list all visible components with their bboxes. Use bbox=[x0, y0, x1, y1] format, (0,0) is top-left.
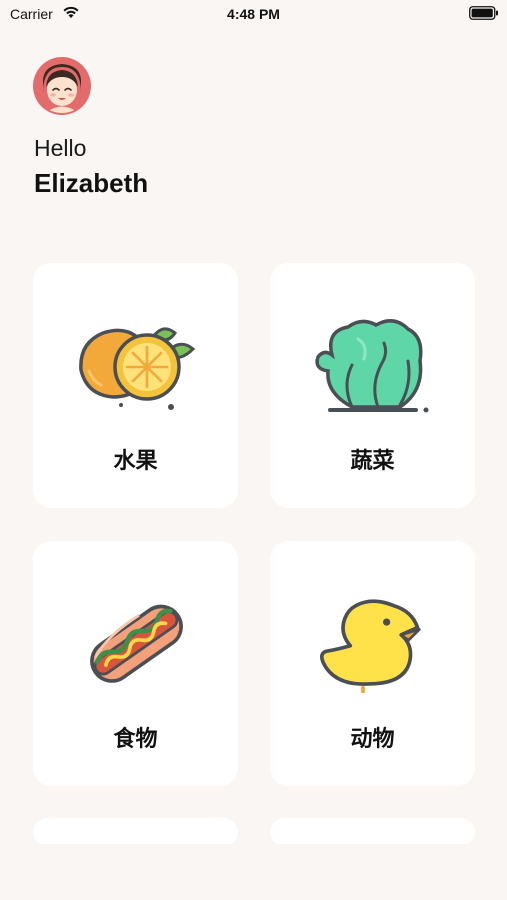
category-label-animal: 动物 bbox=[350, 727, 395, 752]
animal-icon bbox=[319, 599, 421, 693]
battery-icon bbox=[469, 6, 498, 20]
vegetable-icon bbox=[315, 319, 429, 413]
status-bar: Carrier 4:48 PM bbox=[0, 0, 507, 28]
fruit-icon bbox=[79, 327, 196, 410]
category-card-partial[interactable] bbox=[270, 818, 475, 846]
category-card-vegetable[interactable]: 蔬菜 bbox=[270, 263, 475, 508]
avatar[interactable] bbox=[33, 57, 91, 115]
category-card-animal[interactable]: 动物 bbox=[270, 541, 475, 786]
status-time: 4:48 PM bbox=[227, 6, 280, 22]
category-label-vegetable: 蔬菜 bbox=[350, 449, 395, 474]
greeting-hello: Hello bbox=[34, 135, 87, 161]
bottom-safe-area bbox=[0, 844, 507, 900]
category-label-food: 食物 bbox=[113, 727, 158, 752]
category-label-fruit: 水果 bbox=[113, 449, 158, 474]
category-card-food[interactable]: 食物 bbox=[33, 541, 238, 786]
food-icon bbox=[90, 604, 183, 683]
category-card-partial[interactable] bbox=[33, 818, 238, 846]
category-card-fruit[interactable]: 水果 bbox=[33, 263, 238, 508]
user-name: Elizabeth bbox=[34, 168, 149, 198]
